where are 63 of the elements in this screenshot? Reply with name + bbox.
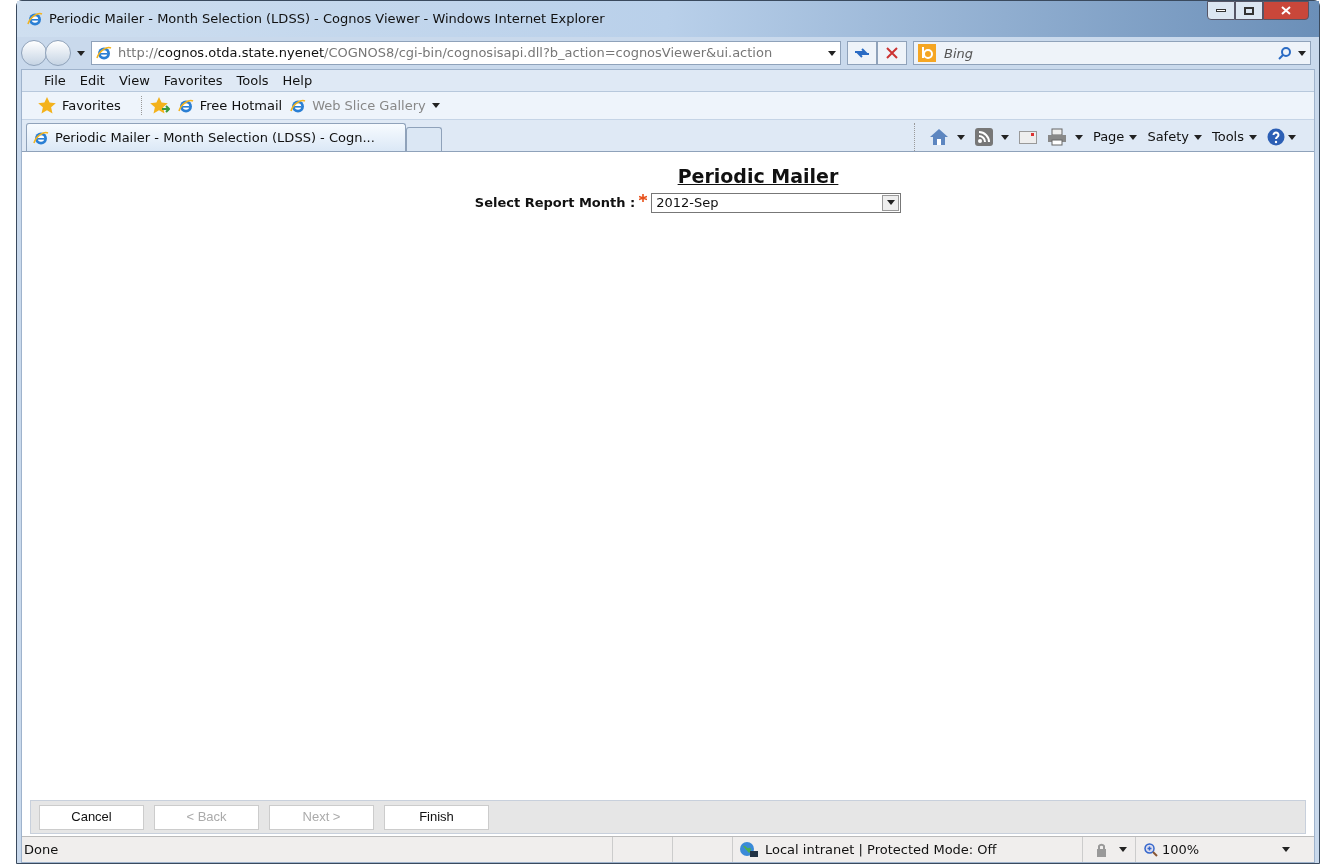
- caret-icon: [1288, 134, 1296, 140]
- month-select[interactable]: 2012-Sep: [651, 192, 902, 213]
- printer-icon[interactable]: [1046, 128, 1067, 146]
- refresh-button[interactable]: [847, 41, 877, 65]
- caret-icon: [1298, 50, 1306, 56]
- star-icon: [38, 97, 56, 114]
- command-menu-button[interactable]: Tools: [1211, 127, 1257, 147]
- caret-icon: [431, 103, 440, 108]
- search-field[interactable]: Bing: [913, 41, 1311, 65]
- close-button[interactable]: [1263, 1, 1309, 20]
- minimize-button[interactable]: [1207, 1, 1235, 20]
- caret-icon: [1074, 134, 1083, 140]
- caret-icon: [886, 200, 895, 205]
- window-title: Periodic Mailer - Month Selection (LDSS) - Cognos Viewer - Windows Internet Explorer: [49, 10, 605, 29]
- status-text: Done: [23, 840, 60, 859]
- help-icon[interactable]: [1267, 128, 1285, 146]
- refresh-icon: [854, 47, 870, 59]
- caret-icon: [1249, 134, 1257, 140]
- browser-logo-icon: [27, 11, 43, 27]
- security-zone-text: Local intranet | Protected Mode: Off: [765, 840, 997, 859]
- command-menu-button[interactable]: Safety: [1147, 127, 1202, 147]
- menu-item[interactable]: Edit: [73, 70, 111, 91]
- report-title: Periodic Mailer: [677, 164, 839, 189]
- maximize-button[interactable]: [1235, 1, 1263, 20]
- caret-icon: [1129, 134, 1138, 140]
- browser-logo-icon: [290, 97, 307, 114]
- home-icon[interactable]: [928, 128, 949, 146]
- address-field[interactable]: http://cognos.otda.state.nyenet/COGNOS8/cgi-bin/cognosisapi.dll?b_action=cognosViewer&ui.action: [91, 41, 841, 65]
- search-engine-logo-icon: [918, 44, 936, 62]
- wizard-button[interactable]: Finish: [384, 804, 489, 830]
- browser-tab[interactable]: Periodic Mailer - Month Selection (LDSS) - Cogn...: [26, 123, 406, 151]
- favorites-link[interactable]: Free Hotmail: [177, 95, 283, 116]
- caret-icon: [77, 50, 85, 56]
- mail-icon[interactable]: [1018, 130, 1037, 144]
- caret-icon: [1119, 847, 1127, 852]
- prompt-label: Select Report Month :: [474, 193, 636, 212]
- caret-icon: [1000, 134, 1009, 140]
- favorites-button[interactable]: Favorites: [38, 95, 142, 116]
- caret-icon: [956, 134, 965, 140]
- globe-icon: [739, 840, 759, 859]
- menu-item[interactable]: Tools: [230, 70, 275, 91]
- search-icon: [1278, 46, 1292, 60]
- menu-item[interactable]: View: [112, 70, 156, 91]
- browser-logo-icon: [96, 45, 112, 61]
- browser-logo-icon: [33, 129, 49, 146]
- back-button[interactable]: [21, 40, 47, 66]
- forward-button[interactable]: [45, 40, 71, 66]
- command-menu-button[interactable]: Page: [1092, 127, 1138, 147]
- close-icon: [1281, 6, 1291, 15]
- zoom-level[interactable]: 100%: [1162, 839, 1200, 860]
- caret-icon: [828, 50, 836, 56]
- add-favorite-icon[interactable]: [149, 97, 170, 114]
- menu-item[interactable]: Favorites: [157, 70, 229, 91]
- menu-item[interactable]: File: [38, 70, 72, 91]
- caret-icon: [1193, 134, 1202, 140]
- close-icon: [886, 47, 898, 59]
- browser-logo-icon: [177, 97, 194, 114]
- wizard-button[interactable]: Cancel: [39, 804, 144, 830]
- zoom-icon: [1144, 842, 1158, 857]
- stop-button[interactable]: [877, 41, 907, 65]
- menu-item[interactable]: Help: [276, 70, 319, 91]
- caret-icon: [1282, 847, 1290, 852]
- feed-icon[interactable]: [974, 128, 993, 146]
